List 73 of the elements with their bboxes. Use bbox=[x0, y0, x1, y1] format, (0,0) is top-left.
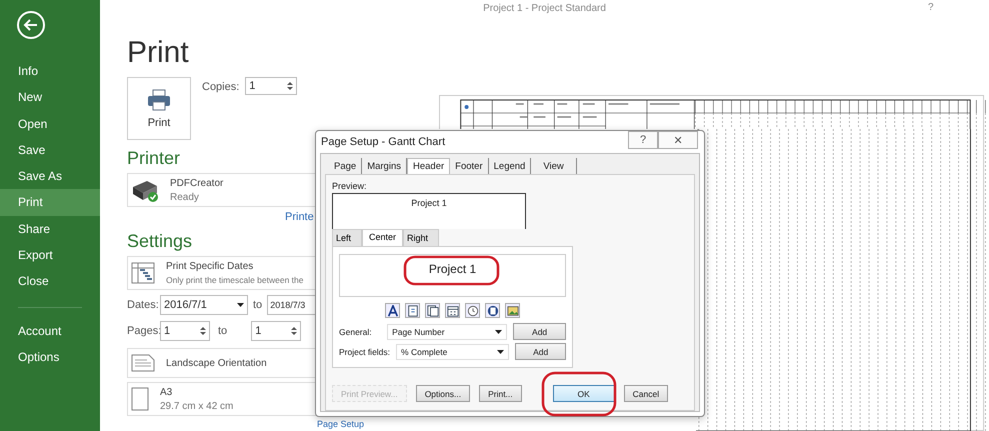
print-button[interactable]: Print bbox=[127, 77, 191, 140]
copies-spinner[interactable]: 1 bbox=[245, 77, 298, 95]
landscape-page-icon bbox=[131, 354, 155, 372]
close-button[interactable]: ✕ bbox=[658, 131, 698, 149]
alignment-tab[interactable]: Center bbox=[362, 229, 404, 246]
header-preview: Project 1 bbox=[332, 193, 526, 229]
alignment-tab[interactable]: Left bbox=[332, 229, 362, 246]
nav-item[interactable]: Open bbox=[0, 110, 100, 137]
total-pages-icon[interactable] bbox=[425, 303, 440, 318]
pages-label: Pages: bbox=[127, 324, 160, 336]
dialog-title: Page Setup - Gantt Chart bbox=[321, 136, 446, 148]
caret-icon[interactable] bbox=[497, 350, 504, 354]
printer-status: Ready bbox=[170, 192, 200, 202]
nav-item[interactable]: Export bbox=[0, 242, 100, 268]
help-button[interactable]: ? bbox=[928, 2, 934, 13]
nav-item[interactable]: Options bbox=[0, 344, 100, 370]
project-fields-dropdown[interactable]: % Complete bbox=[396, 344, 510, 360]
page-heading: Print bbox=[127, 36, 190, 70]
alignment-tab[interactable]: Right bbox=[403, 229, 440, 246]
printer-properties-link[interactable]: Printe bbox=[285, 211, 314, 223]
nav-item[interactable]: Save As bbox=[0, 163, 100, 190]
range-title: Print Specific Dates bbox=[166, 261, 254, 272]
nav-item[interactable]: Save bbox=[0, 136, 100, 164]
header-text-field[interactable]: Project 1 bbox=[339, 254, 566, 297]
general-label: General: bbox=[339, 326, 373, 336]
nav-item[interactable]: New bbox=[0, 84, 100, 111]
nav-item[interactable]: Print bbox=[0, 189, 100, 216]
copies-label: Copies: bbox=[202, 81, 240, 93]
dialog-button[interactable]: Print... bbox=[479, 385, 522, 402]
printer-icon bbox=[147, 88, 171, 110]
nav-item[interactable]: Close bbox=[0, 268, 100, 295]
paper-dimensions: 29.7 cm x 42 cm bbox=[160, 400, 234, 412]
caret-icon[interactable] bbox=[495, 330, 502, 334]
header-text: Project 1 bbox=[428, 262, 476, 276]
up-down-arrows-icon[interactable] bbox=[287, 81, 294, 91]
page-number-icon[interactable] bbox=[405, 303, 420, 318]
general-dropdown[interactable]: Page Number bbox=[387, 324, 508, 340]
page-from-spinner[interactable]: 1 bbox=[160, 320, 210, 340]
range-description: Only print the timescale between the bbox=[166, 275, 304, 285]
font-icon[interactable] bbox=[385, 303, 400, 318]
calendar-icon[interactable] bbox=[445, 303, 460, 318]
to-label: to bbox=[218, 324, 228, 336]
ok-button[interactable]: OK bbox=[552, 385, 615, 402]
nav-item[interactable]: Share bbox=[0, 216, 100, 242]
to-label: to bbox=[253, 298, 262, 310]
picture-icon[interactable] bbox=[505, 303, 520, 318]
dates-label: Dates: bbox=[127, 298, 160, 310]
tab[interactable]: Header bbox=[406, 158, 450, 174]
help-button[interactable]: ? bbox=[628, 131, 658, 149]
gantt-icon bbox=[131, 262, 155, 284]
project-fields-label: Project fields: bbox=[339, 346, 390, 356]
start-date-field[interactable]: 2016/7/1 bbox=[160, 294, 248, 314]
add-button[interactable]: Add bbox=[513, 323, 566, 340]
up-down-arrows-icon[interactable] bbox=[200, 326, 206, 336]
nav-item[interactable]: Info bbox=[0, 58, 100, 84]
up-down-arrows-icon[interactable] bbox=[291, 326, 298, 336]
section-heading: Settings bbox=[127, 231, 192, 252]
section-heading: Printer bbox=[127, 148, 180, 169]
caret-icon[interactable] bbox=[237, 302, 244, 306]
page-setup-link[interactable]: Page Setup bbox=[317, 419, 364, 429]
dialog-button[interactable]: Options... bbox=[416, 385, 470, 402]
printer-name: PDFCreator bbox=[170, 178, 224, 188]
dialog-button[interactable]: Cancel bbox=[624, 385, 668, 402]
clock-icon[interactable] bbox=[465, 303, 480, 318]
window-title: Project 1 - Project Standard bbox=[483, 3, 606, 16]
portrait-page-icon bbox=[131, 387, 149, 411]
page-to-spinner[interactable]: 1 bbox=[251, 320, 302, 340]
orientation-label: Landscape Orientation bbox=[166, 358, 267, 368]
document-icon[interactable] bbox=[485, 303, 500, 318]
nav-item[interactable]: Account bbox=[0, 318, 100, 344]
add-button[interactable]: Add bbox=[515, 343, 566, 360]
preview-label: Preview: bbox=[332, 181, 368, 191]
paper-name: A3 bbox=[160, 386, 174, 398]
